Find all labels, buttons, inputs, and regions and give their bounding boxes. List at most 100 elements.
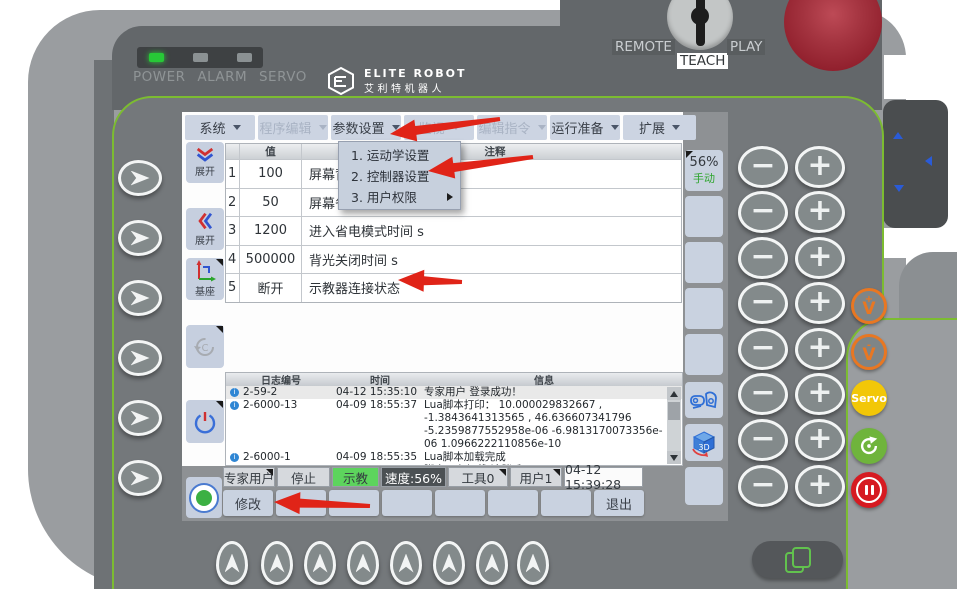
- log-scrollbar[interactable]: [667, 387, 681, 464]
- expand-left-button[interactable]: 展开: [186, 208, 224, 250]
- jog-minus-button[interactable]: −: [738, 419, 788, 461]
- jog-plus-button[interactable]: +: [795, 146, 845, 188]
- run-button[interactable]: [851, 428, 887, 464]
- jog-minus-button[interactable]: −: [738, 237, 788, 279]
- action-blank[interactable]: [488, 490, 538, 516]
- menu-extend[interactable]: 扩展: [623, 115, 696, 140]
- minus-icon: −: [750, 196, 775, 226]
- table-row[interactable]: 5 断开 示教器连接状态: [226, 273, 681, 302]
- arrow-up-icon: [526, 554, 541, 573]
- action-blank[interactable]: [382, 490, 432, 516]
- jog-plus-button[interactable]: +: [795, 237, 845, 279]
- jog-plus-button[interactable]: +: [795, 328, 845, 370]
- jog-minus-button[interactable]: −: [738, 282, 788, 324]
- minus-icon: −: [750, 242, 775, 272]
- bottom-arrow-button[interactable]: [476, 541, 508, 585]
- speed-mode-button[interactable]: 56% 手动: [685, 150, 723, 191]
- menu-parameter-settings[interactable]: 参数设置: [331, 115, 401, 140]
- chevron-down-icon: [452, 125, 460, 130]
- menu-run-prepare[interactable]: 运行准备: [550, 115, 620, 140]
- jog-plus-button[interactable]: +: [795, 282, 845, 324]
- chevron-down-icon: [233, 125, 241, 130]
- action-blank[interactable]: [329, 490, 379, 516]
- jog-plus-button[interactable]: +: [795, 373, 845, 415]
- soft-key-blank[interactable]: [685, 242, 723, 283]
- status-user-frame[interactable]: 用户1: [510, 467, 562, 487]
- enable-indicator-button[interactable]: [186, 477, 222, 518]
- minus-icon: −: [750, 470, 775, 500]
- left-arrow-button[interactable]: [118, 280, 162, 316]
- screen-switch-button[interactable]: [752, 541, 843, 578]
- modify-button[interactable]: 修改: [223, 490, 273, 516]
- status-tool[interactable]: 工具0: [448, 467, 508, 487]
- menu-system[interactable]: 系统: [185, 115, 255, 140]
- table-row[interactable]: 4 500000 背光关闭时间 s: [226, 245, 681, 274]
- base-frame-button[interactable]: 基座: [186, 258, 224, 300]
- menu-label: 运行准备: [551, 118, 603, 137]
- jog-control-button[interactable]: [685, 382, 723, 418]
- dropdown-item-user-rights[interactable]: 3. 用户权限: [339, 186, 460, 207]
- power-button[interactable]: [186, 400, 224, 443]
- scroll-up-icon[interactable]: [667, 387, 681, 400]
- view-3d-button[interactable]: 3D: [685, 424, 723, 461]
- arrow-up-icon: [399, 554, 414, 573]
- cycle-mode-button[interactable]: C: [186, 325, 224, 368]
- action-blank[interactable]: [541, 490, 591, 516]
- menu-edit-instruction[interactable]: 编辑指令: [477, 115, 547, 140]
- soft-key-blank[interactable]: [685, 196, 723, 237]
- log-row[interactable]: 2-59-2 04-12 15:35:10 专家用户 登录成功！: [226, 386, 682, 399]
- col-value-header: 值: [240, 144, 302, 159]
- status-teach-mode[interactable]: 示教: [332, 467, 379, 487]
- left-arrow-button[interactable]: [118, 160, 162, 196]
- action-blank[interactable]: [435, 490, 485, 516]
- bottom-arrow-button[interactable]: [517, 541, 549, 585]
- soft-key-blank[interactable]: [685, 467, 723, 505]
- bottom-arrow-button[interactable]: [390, 541, 422, 585]
- scrollbar-thumb[interactable]: [668, 402, 680, 420]
- status-clock: 04-12 15:39:28: [564, 467, 643, 487]
- log-row[interactable]: 2-6000-13 04-09 18:55:37 Lua脚本打印： 10.000…: [226, 399, 682, 451]
- jog-minus-button[interactable]: −: [738, 373, 788, 415]
- pause-button[interactable]: [851, 472, 887, 508]
- jog-minus-button[interactable]: −: [738, 328, 788, 370]
- soft-key-blank[interactable]: [685, 334, 723, 375]
- bottom-arrow-button[interactable]: [433, 541, 465, 585]
- jog-plus-button[interactable]: +: [795, 191, 845, 233]
- dropdown-item-controller[interactable]: 2. 控制器设置: [339, 165, 460, 186]
- table-row[interactable]: 3 1200 进入省电模式时间 s: [226, 216, 681, 245]
- velocity-plus-button[interactable]: + V: [851, 288, 887, 324]
- left-arrow-button[interactable]: [118, 460, 162, 496]
- jog-minus-button[interactable]: −: [738, 465, 788, 507]
- menu-monitor[interactable]: 监视: [404, 115, 474, 140]
- expand-left-label: 展开: [195, 232, 215, 247]
- menu-program-edit[interactable]: 程序编辑: [258, 115, 328, 140]
- status-user[interactable]: 专家用户: [223, 467, 275, 487]
- exit-button[interactable]: 退出: [594, 490, 644, 516]
- bottom-arrow-button[interactable]: [216, 541, 248, 585]
- bottom-arrow-button[interactable]: [347, 541, 379, 585]
- left-arrow-button[interactable]: [118, 220, 162, 256]
- arrow-right-icon: [131, 411, 150, 426]
- status-speed[interactable]: 速度:56%: [381, 467, 446, 487]
- dropdown-item-kinematics[interactable]: 1. 运动学设置: [339, 144, 460, 165]
- left-arrow-button[interactable]: [118, 340, 162, 376]
- action-blank[interactable]: [276, 490, 326, 516]
- soft-key-blank[interactable]: [685, 288, 723, 329]
- jog-plus-button[interactable]: +: [795, 419, 845, 461]
- servo-button[interactable]: Servo: [851, 380, 887, 416]
- left-arrow-button[interactable]: [118, 400, 162, 436]
- jog-minus-button[interactable]: −: [738, 146, 788, 188]
- copy-pages-icon: [785, 547, 811, 573]
- menu-label: 系统: [199, 118, 225, 137]
- status-run-state[interactable]: 停止: [277, 467, 330, 487]
- servo-button-label: Servo: [851, 392, 887, 405]
- log-header: 日志编号 时间 信息: [226, 373, 682, 386]
- jog-minus-button[interactable]: −: [738, 191, 788, 233]
- bottom-arrow-button[interactable]: [261, 541, 293, 585]
- cycle-run-icon: [858, 435, 880, 457]
- expand-down-button[interactable]: 展开: [186, 142, 224, 183]
- velocity-minus-button[interactable]: - V: [851, 334, 887, 370]
- bottom-arrow-button[interactable]: [304, 541, 336, 585]
- scroll-down-icon[interactable]: [667, 451, 681, 464]
- jog-plus-button[interactable]: +: [795, 465, 845, 507]
